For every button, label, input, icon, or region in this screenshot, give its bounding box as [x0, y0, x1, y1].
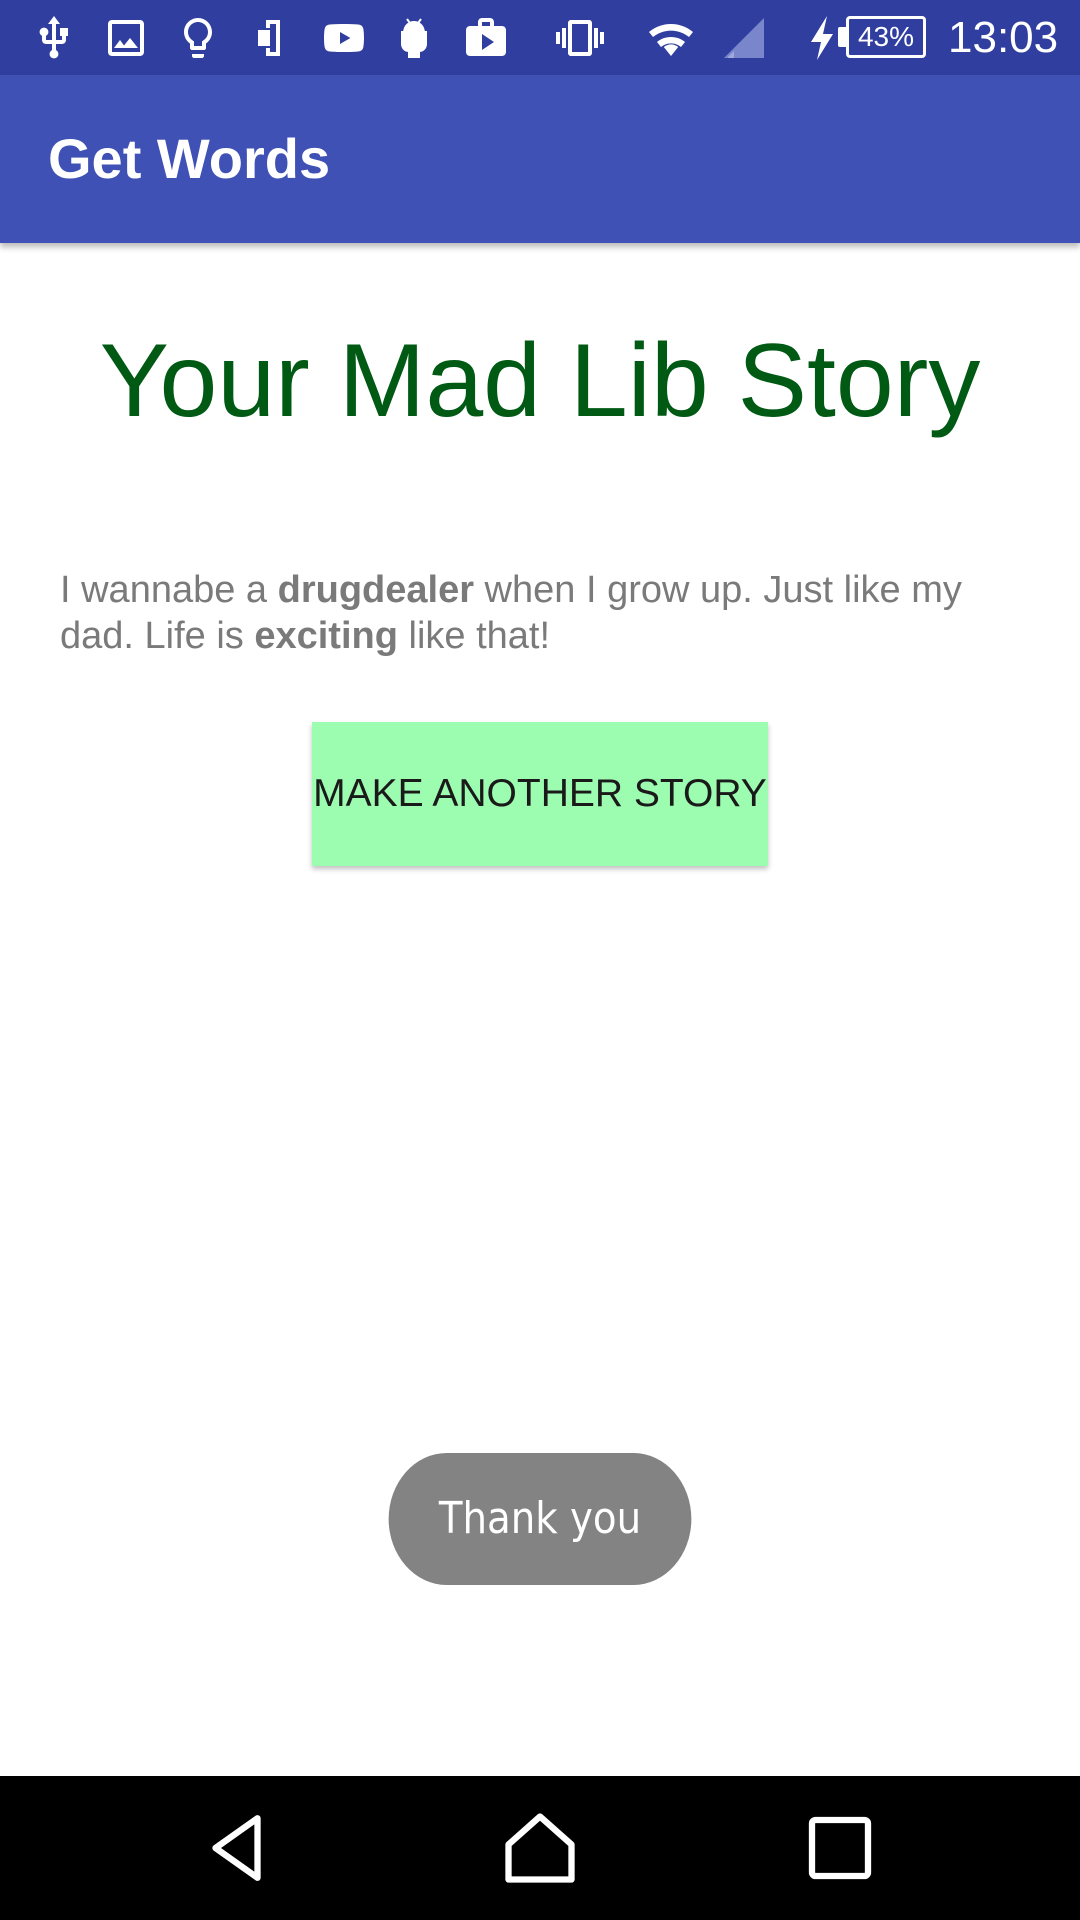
charging-icon: [806, 14, 840, 62]
navigation-bar: [0, 1776, 1080, 1920]
story-word-2: exciting: [254, 615, 398, 657]
recents-icon[interactable]: [798, 1806, 882, 1890]
app-bar: Get Words: [0, 75, 1080, 243]
story-part-3: like that!: [397, 615, 551, 657]
home-icon[interactable]: [498, 1806, 582, 1890]
briefcase-play-icon: [462, 14, 510, 62]
story-heading: Your Mad Lib Story: [99, 323, 981, 439]
lightbulb-icon: [174, 14, 222, 62]
battery-level: 43%: [846, 16, 926, 58]
toast-message: Thank you: [388, 1453, 692, 1585]
phone-sync-icon: [246, 14, 294, 62]
make-another-story-button[interactable]: MAKE ANOTHER STORY: [312, 722, 768, 866]
signal-icon: [720, 14, 768, 62]
story-part-1: I wannabe a: [60, 569, 278, 611]
status-bar: 43% 13:03: [0, 0, 1080, 75]
back-icon[interactable]: [198, 1806, 282, 1890]
wifi-icon: [644, 14, 698, 62]
story-text: I wannabe a drugdealer when I grow up. J…: [60, 567, 1020, 659]
android-icon: [390, 14, 438, 62]
battery-tip: [838, 27, 846, 47]
screen: 43% 13:03 Get Words Your Mad Lib Story I…: [0, 0, 1080, 1920]
usb-icon: [30, 14, 78, 62]
image-icon: [102, 14, 150, 62]
youtube-icon: [318, 14, 370, 62]
clock: 13:03: [948, 13, 1059, 62]
vibrate-icon: [556, 14, 604, 62]
story-word-1: drugdealer: [277, 569, 474, 611]
app-title: Get Words: [48, 127, 331, 190]
main-content: Your Mad Lib Story I wannabe a drugdeale…: [0, 243, 1080, 1776]
